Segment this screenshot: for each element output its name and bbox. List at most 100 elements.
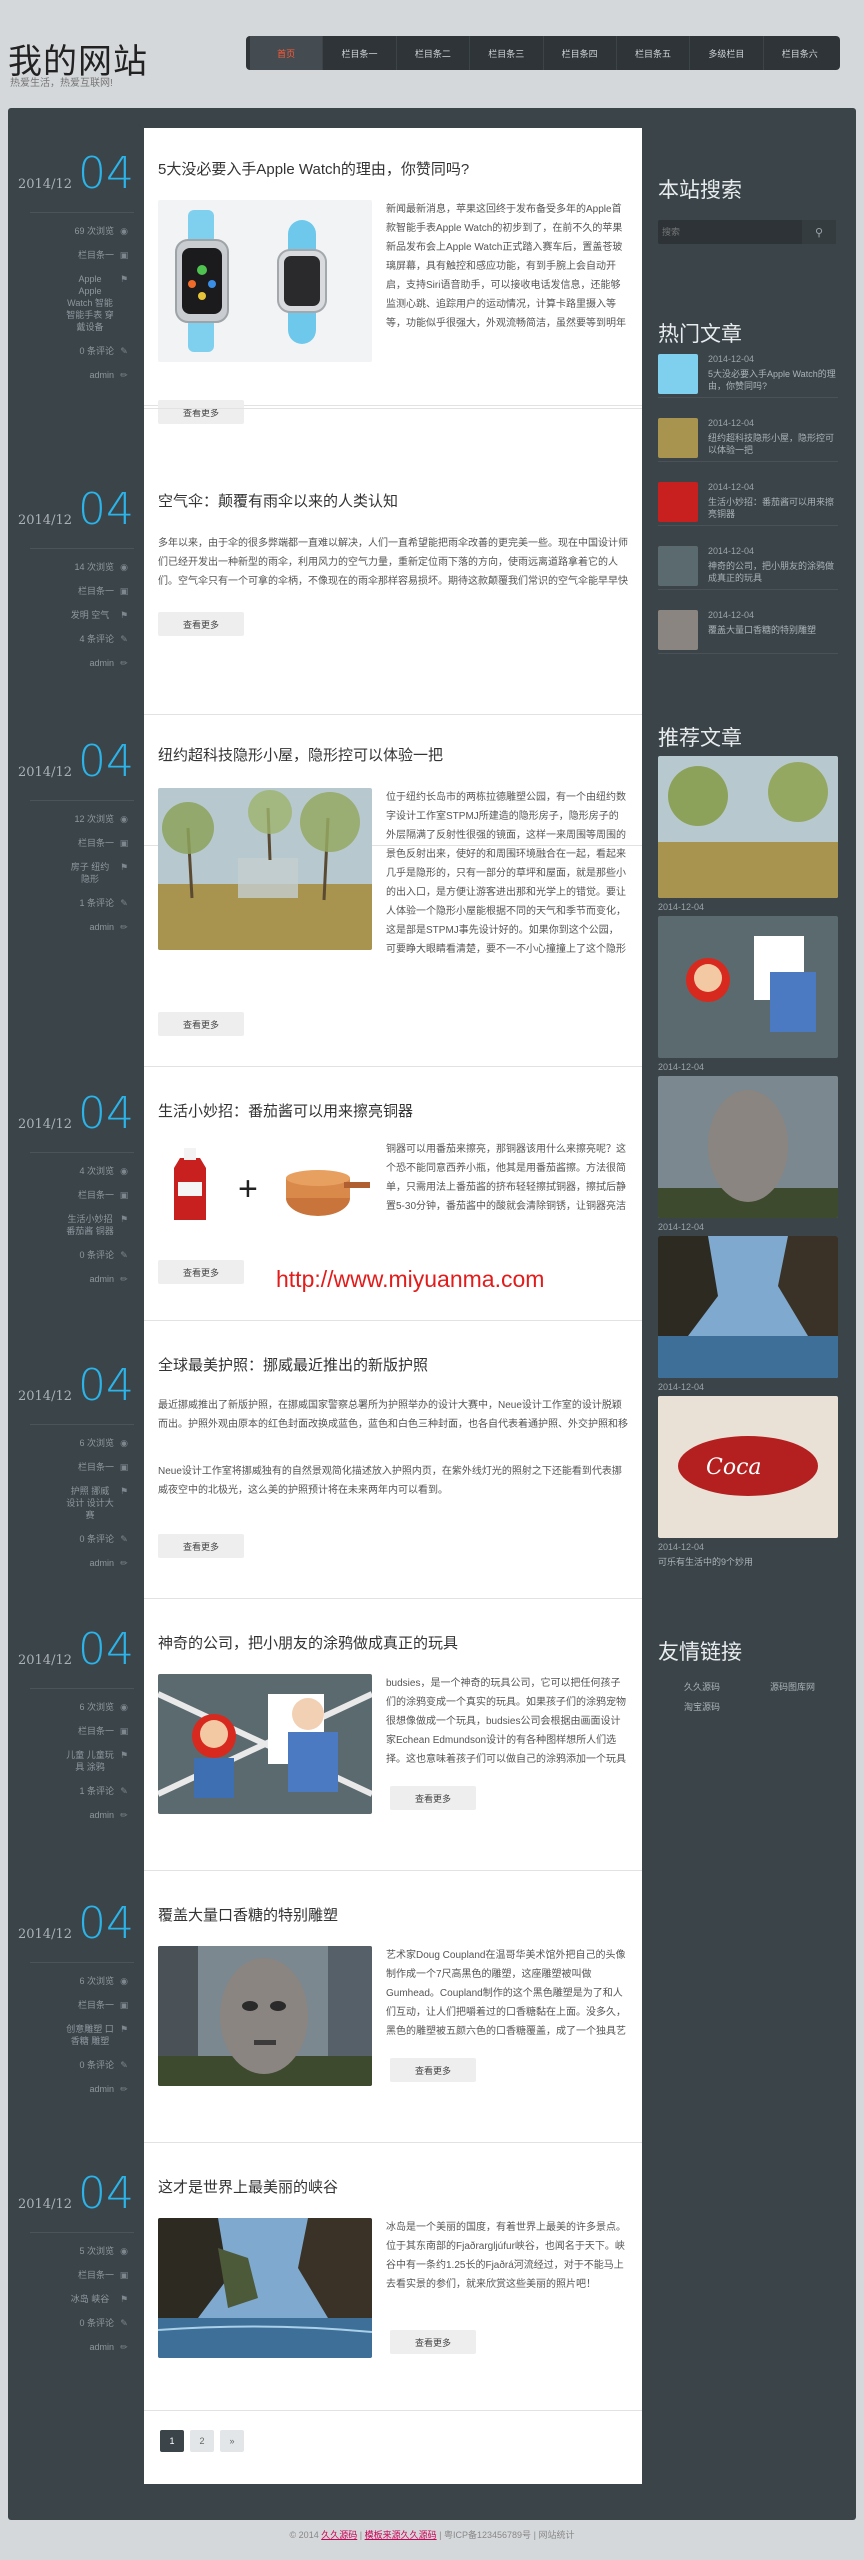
author-link[interactable]: admin	[89, 2342, 114, 2352]
author-link[interactable]: admin	[89, 1558, 114, 1568]
hot-article-thumbnail[interactable]	[658, 354, 698, 394]
post-category[interactable]: 栏目条一 ▣	[30, 249, 134, 261]
hot-article-thumbnail[interactable]	[658, 546, 698, 586]
author-link[interactable]: admin	[89, 658, 114, 668]
post-tags[interactable]: 护照 挪威 设计 设计大赛 ⚑	[30, 1485, 134, 1521]
post-title[interactable]: 纽约超科技隐形小屋，隐形控可以体验一把	[158, 744, 443, 765]
post-category[interactable]: 栏目条一 ▣	[30, 837, 134, 849]
nav-item-2[interactable]: 栏目条二	[397, 36, 471, 70]
comments-link[interactable]: 4 条评论	[79, 634, 114, 644]
recommended-article[interactable]: 2014-12-04覆盖大量口香糖的特别雕塑	[658, 1076, 838, 1248]
read-more-button[interactable]: 查看更多	[390, 2058, 476, 2082]
hot-article-title[interactable]: 神奇的公司，把小朋友的涂鸦做成真正的玩具	[708, 560, 838, 584]
post-category[interactable]: 栏目条一 ▣	[30, 2269, 134, 2281]
hot-article[interactable]: 2014-12-04 纽约超科技隐形小屋，隐形控可以体验一把	[658, 414, 838, 462]
comments-link[interactable]: 0 条评论	[79, 1534, 114, 1544]
post-tags[interactable]: 儿童 儿童玩具 涂鸦 ⚑	[30, 1749, 134, 1773]
search-button[interactable]: ⚲	[802, 220, 836, 244]
post-comments[interactable]: 1 条评论 ✎	[30, 1785, 134, 1797]
recommended-article-title[interactable]: 可乐有生活中的9个妙用	[658, 1555, 838, 1568]
hot-article[interactable]: 2014-12-04 生活小妙招：番茄酱可以用来擦亮铜器	[658, 478, 838, 526]
post-author[interactable]: admin ✏	[30, 369, 134, 381]
hot-article[interactable]: 2014-12-04 神奇的公司，把小朋友的涂鸦做成真正的玩具	[658, 542, 838, 590]
post-comments[interactable]: 1 条评论 ✎	[30, 897, 134, 909]
post-thumbnail[interactable]	[158, 1674, 372, 1814]
read-more-button[interactable]: 查看更多	[158, 1260, 244, 1284]
post-tags[interactable]: 发明 空气 ⚑	[30, 609, 134, 621]
post-title[interactable]: 5大没必要入手Apple Watch的理由，你赞同吗?	[158, 158, 469, 179]
post-tags[interactable]: 房子 纽约 隐形 ⚑	[30, 861, 134, 885]
tag-links[interactable]: 儿童 儿童玩具 涂鸦	[66, 1749, 114, 1773]
comments-link[interactable]: 0 条评论	[79, 2060, 114, 2070]
post-category[interactable]: 栏目条一 ▣	[30, 585, 134, 597]
nav-item-home[interactable]: 首页	[250, 36, 324, 70]
tag-links[interactable]: 护照 挪威 设计 设计大赛	[66, 1485, 114, 1521]
recommended-article-image[interactable]	[658, 756, 838, 898]
friend-link[interactable]: 淘宝源码	[684, 1700, 720, 1713]
read-more-button[interactable]: 查看更多	[158, 400, 244, 424]
read-more-button[interactable]: 查看更多	[158, 1012, 244, 1036]
author-link[interactable]: admin	[89, 370, 114, 380]
category-link[interactable]: 栏目条一	[78, 838, 114, 848]
page-1-button[interactable]: 1	[160, 2430, 184, 2452]
post-comments[interactable]: 0 条评论 ✎	[30, 345, 134, 357]
post-comments[interactable]: 0 条评论 ✎	[30, 2317, 134, 2329]
tag-links[interactable]: 房子 纽约 隐形	[66, 861, 114, 885]
nav-item-multi[interactable]: 多级栏目	[690, 36, 764, 70]
post-tags[interactable]: 生活小妙招 番茄酱 铜器 ⚑	[30, 1213, 134, 1237]
next-page-button[interactable]: »	[220, 2430, 244, 2452]
author-link[interactable]: admin	[89, 1810, 114, 1820]
category-link[interactable]: 栏目条一	[78, 1190, 114, 1200]
hot-article-title[interactable]: 覆盖大量口香糖的特别雕塑	[708, 624, 838, 636]
friend-link[interactable]: 久久源码	[684, 1680, 720, 1693]
tag-links[interactable]: 冰岛 峡谷	[66, 2293, 114, 2305]
post-thumbnail[interactable]: +	[158, 1140, 372, 1228]
post-author[interactable]: admin ✏	[30, 2341, 134, 2353]
post-comments[interactable]: 0 条评论 ✎	[30, 2059, 134, 2071]
footer-stats[interactable]: 网站统计	[538, 2530, 574, 2540]
recommended-article-image[interactable]: Coca	[658, 1396, 838, 1538]
recommended-article-image[interactable]	[658, 916, 838, 1058]
nav-item-4[interactable]: 栏目条四	[544, 36, 617, 70]
post-tags[interactable]: Apple Apple Watch 智能 智能手表 穿戴设备 ⚑	[30, 273, 134, 333]
tag-links[interactable]: 生活小妙招 番茄酱 铜器	[66, 1213, 114, 1237]
post-author[interactable]: admin ✏	[30, 1809, 134, 1821]
post-thumbnail[interactable]	[158, 200, 372, 362]
post-author[interactable]: admin ✏	[30, 657, 134, 669]
tag-links[interactable]: Apple Apple Watch 智能 智能手表 穿戴设备	[66, 273, 114, 333]
comments-link[interactable]: 0 条评论	[79, 346, 114, 356]
tag-links[interactable]: 发明 空气	[66, 609, 114, 621]
nav-item-1[interactable]: 栏目条一	[323, 36, 397, 70]
nav-item-5[interactable]: 栏目条五	[617, 36, 691, 70]
comments-link[interactable]: 1 条评论	[79, 898, 114, 908]
recommended-article[interactable]: 2014-12-04纽约超科技隐形小屋，隐形控可以体验一把	[658, 756, 838, 928]
post-comments[interactable]: 0 条评论 ✎	[30, 1249, 134, 1261]
post-comments[interactable]: 0 条评论 ✎	[30, 1533, 134, 1545]
category-link[interactable]: 栏目条一	[78, 2270, 114, 2280]
hot-article-thumbnail[interactable]	[658, 418, 698, 458]
category-link[interactable]: 栏目条一	[78, 1726, 114, 1736]
post-category[interactable]: 栏目条一 ▣	[30, 1725, 134, 1737]
post-author[interactable]: admin ✏	[30, 1273, 134, 1285]
author-link[interactable]: admin	[89, 1274, 114, 1284]
hot-article-title[interactable]: 生活小妙招：番茄酱可以用来擦亮铜器	[708, 496, 838, 520]
read-more-button[interactable]: 查看更多	[158, 1534, 244, 1558]
post-category[interactable]: 栏目条一 ▣	[30, 1999, 134, 2011]
post-tags[interactable]: 创意雕塑 口香糖 雕塑 ⚑	[30, 2023, 134, 2047]
friend-link[interactable]: 源码图库网	[770, 1680, 815, 1693]
read-more-button[interactable]: 查看更多	[158, 612, 244, 636]
post-author[interactable]: admin ✏	[30, 1557, 134, 1569]
search-input[interactable]	[662, 224, 798, 240]
category-link[interactable]: 栏目条一	[78, 1462, 114, 1472]
recommended-article[interactable]: 2014-12-04这才是世界上最美丽的峡谷	[658, 1236, 838, 1408]
page-2-button[interactable]: 2	[190, 2430, 214, 2452]
post-title[interactable]: 全球最美护照：挪威最近推出的新版护照	[158, 1354, 428, 1375]
comments-link[interactable]: 0 条评论	[79, 1250, 114, 1260]
category-link[interactable]: 栏目条一	[78, 2000, 114, 2010]
author-link[interactable]: admin	[89, 2084, 114, 2094]
recommended-article[interactable]: 2014-12-04神奇的公司，把小朋友的涂鸦做成真正的玩具	[658, 916, 838, 1088]
nav-item-3[interactable]: 栏目条三	[470, 36, 544, 70]
comments-link[interactable]: 0 条评论	[79, 2318, 114, 2328]
hot-article[interactable]: 2014-12-04 5大没必要入手Apple Watch的理由，你赞同吗?	[658, 350, 838, 398]
post-title[interactable]: 空气伞：颠覆有雨伞以来的人类认知	[158, 490, 398, 511]
